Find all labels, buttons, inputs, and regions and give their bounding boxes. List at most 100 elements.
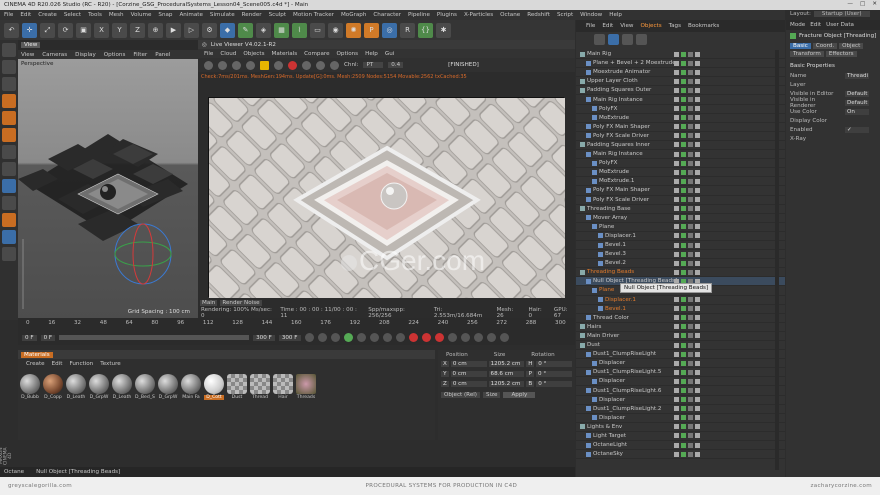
object-row[interactable]: Main Rig Instance xyxy=(576,150,785,160)
camera-icon[interactable]: ◉ xyxy=(328,22,343,38)
last-tool-icon[interactable]: ▣ xyxy=(76,22,91,38)
viewport-scene[interactable]: Perspective Grid Spacing: 100 cm xyxy=(18,59,198,318)
attr-tab-transform[interactable]: Transform xyxy=(790,51,824,57)
coord-mode-select[interactable]: Object (Rel) xyxy=(441,392,480,398)
object-row[interactable]: Bevel.3 xyxy=(576,250,785,260)
object-row[interactable]: Poly FX Main Shaper xyxy=(576,123,785,132)
frame-range-slider[interactable] xyxy=(59,335,250,340)
object-row[interactable]: Threading Base xyxy=(576,205,785,214)
edges-mode-icon[interactable] xyxy=(2,111,16,125)
layer-icon[interactable] xyxy=(622,33,633,45)
object-row[interactable]: Poly FX Main Shaper xyxy=(576,186,785,196)
menu-item-plugins[interactable]: Plugins xyxy=(437,12,457,18)
attr-value[interactable]: On xyxy=(845,108,869,115)
menu-item-help[interactable]: Help xyxy=(609,12,622,18)
menu-item-tools[interactable]: Tools xyxy=(88,12,102,18)
autokey-icon[interactable] xyxy=(421,333,431,342)
loop-icon[interactable] xyxy=(395,333,405,342)
menu-item-select[interactable]: Select xyxy=(64,12,81,18)
light-icon[interactable]: ✺ xyxy=(346,22,361,38)
grid-icon[interactable] xyxy=(2,230,16,244)
rotation-field[interactable]: 0 ° xyxy=(536,361,572,367)
position-key-icon[interactable] xyxy=(447,333,457,342)
material-menu-create[interactable]: Create xyxy=(26,361,45,367)
pick-material-icon[interactable] xyxy=(288,60,297,70)
material-swatch[interactable]: D_Leath xyxy=(66,374,86,400)
live-viewer-menu-file[interactable]: File xyxy=(204,51,213,57)
restart-render-icon[interactable] xyxy=(218,60,227,70)
record-icon[interactable] xyxy=(408,333,418,342)
live-viewer-menu-objects[interactable]: Objects xyxy=(243,51,264,57)
attr-menu-mode[interactable]: Mode xyxy=(790,22,805,28)
scale-key-icon[interactable] xyxy=(473,333,483,342)
layout-value[interactable]: Startup (User) xyxy=(813,11,870,17)
live-viewer-menu-compare[interactable]: Compare xyxy=(304,51,329,57)
texture-mode-icon[interactable] xyxy=(2,60,16,74)
object-row[interactable]: Displacer xyxy=(576,414,785,423)
om-menu-file[interactable]: File xyxy=(586,23,595,29)
apply-button[interactable]: Apply xyxy=(503,392,536,398)
new-window-icon[interactable] xyxy=(636,33,647,45)
maximize-button[interactable]: □ xyxy=(860,1,865,7)
stop-render-icon[interactable] xyxy=(246,60,255,70)
live-viewer-menu-gui[interactable]: Gui xyxy=(385,51,394,57)
menu-item-character[interactable]: Character xyxy=(373,12,401,18)
viewport-tab[interactable]: View xyxy=(21,42,41,48)
axis-mode-icon[interactable] xyxy=(2,145,16,159)
object-row[interactable]: Plane xyxy=(576,223,785,232)
sub-sampling-icon[interactable] xyxy=(330,60,339,70)
goto-start-icon[interactable] xyxy=(304,333,314,342)
object-row[interactable]: Displacer.1 xyxy=(576,232,785,241)
om-menu-edit[interactable]: Edit xyxy=(602,23,613,29)
lock-icon[interactable] xyxy=(260,60,269,70)
menu-item-sculpt[interactable]: Sculpt xyxy=(269,12,286,18)
attr-value[interactable]: Default xyxy=(845,90,869,97)
render-noise-tab[interactable]: Render Noise xyxy=(220,300,262,306)
world-coords-icon[interactable]: ⊕ xyxy=(148,22,163,38)
object-row[interactable]: Main Driver xyxy=(576,332,785,341)
perspective-viewport[interactable]: View View Cameras Display Options Filter Pane… xyxy=(18,40,198,318)
object-row[interactable]: Poly FX Scale Driver xyxy=(576,196,785,205)
points-mode-icon[interactable] xyxy=(2,94,16,108)
menu-item-pipeline[interactable]: Pipeline xyxy=(408,12,430,18)
menu-item-script[interactable]: Script xyxy=(557,12,573,18)
solo-icon[interactable] xyxy=(2,213,16,227)
render-settings-icon[interactable]: ⚙ xyxy=(202,22,217,38)
menu-item-volume[interactable]: Volume xyxy=(131,12,152,18)
object-row[interactable]: Dust1_ClumpRiseLight.2 xyxy=(576,405,785,414)
live-viewer-menu-materials[interactable]: Materials xyxy=(272,51,298,57)
model-mode-icon[interactable] xyxy=(2,43,16,57)
move-tool-icon[interactable]: ✛ xyxy=(22,22,37,38)
material-swatch[interactable]: D_Cott xyxy=(204,374,224,400)
object-row[interactable]: Hairs xyxy=(576,323,785,332)
z-axis-lock[interactable]: Z xyxy=(130,22,145,38)
rotation-field[interactable]: 0 ° xyxy=(536,371,572,377)
max-frame-field[interactable]: 300 F xyxy=(278,334,301,341)
redshift-icon[interactable]: R xyxy=(400,22,415,38)
object-row[interactable]: Dust1_ClumpRiseLight.6 xyxy=(576,386,785,396)
object-row[interactable]: Poly FX Scale Driver xyxy=(576,132,785,141)
layout-selector[interactable]: Layout: Startup (User) xyxy=(790,11,870,17)
close-button[interactable]: ✕ xyxy=(872,1,877,7)
material-menu-function[interactable]: Function xyxy=(69,361,93,367)
start-frame-field[interactable]: 0 F xyxy=(22,334,37,341)
object-manager-scrollbar[interactable] xyxy=(775,50,779,470)
menu-item-octane[interactable]: Octane xyxy=(500,12,520,18)
size-mode-select[interactable]: Size xyxy=(483,392,501,398)
attr-value[interactable]: ✓ xyxy=(845,126,869,133)
attr-tab-coord[interactable]: Coord. xyxy=(812,43,838,49)
object-row[interactable]: Mover Array xyxy=(576,214,785,223)
x-axis-lock[interactable]: X xyxy=(94,22,109,38)
live-viewer-menu-options[interactable]: Options xyxy=(337,51,359,57)
current-frame-field[interactable]: 0 F xyxy=(40,334,56,341)
object-row[interactable]: Threading Beads xyxy=(576,268,785,278)
material-swatch[interactable]: Hair xyxy=(273,374,293,400)
render-picture-icon[interactable]: ▷ xyxy=(184,22,199,38)
object-row[interactable]: OctaneLight xyxy=(576,441,785,451)
channel-select[interactable]: PT xyxy=(363,62,384,68)
object-row[interactable]: MoExtrude xyxy=(576,168,785,178)
menu-item-x-particles[interactable]: X-Particles xyxy=(464,12,493,18)
prev-frame-icon[interactable] xyxy=(330,333,340,342)
script-icon[interactable]: {} xyxy=(418,22,433,38)
material-swatch[interactable]: Main Fa xyxy=(181,374,201,400)
